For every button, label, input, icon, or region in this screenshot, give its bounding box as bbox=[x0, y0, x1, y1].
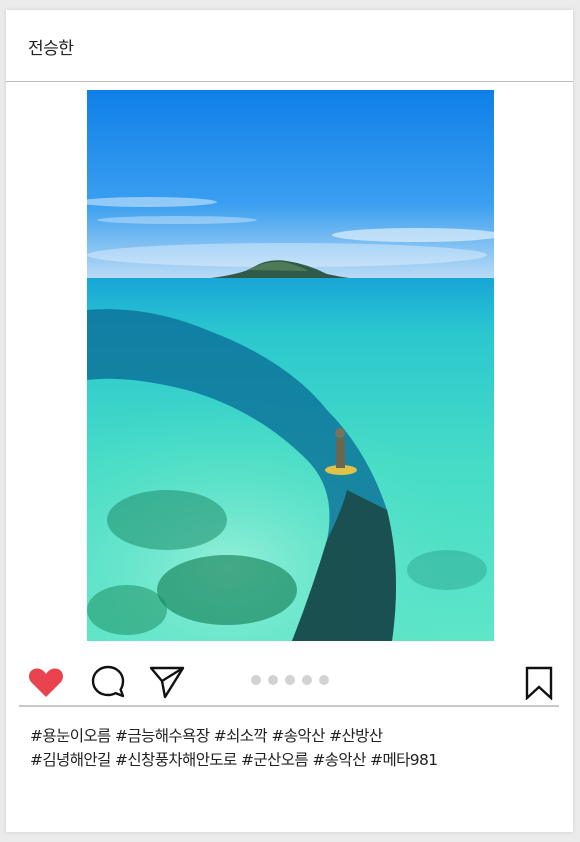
post-caption: #용눈이오름 #금능해수욕장 #쇠소깍 #송악산 #산방산 #김녕해안길 #신창… bbox=[30, 724, 560, 772]
seascape-image bbox=[87, 90, 494, 641]
carousel-dot[interactable] bbox=[319, 675, 329, 685]
username[interactable]: 전승한 bbox=[28, 34, 74, 59]
caption-line[interactable]: #용눈이오름 #금능해수욕장 #쇠소깍 #송악산 #산방산 bbox=[30, 724, 560, 748]
carousel-dot[interactable] bbox=[302, 675, 312, 685]
post-card: 전승한 #용눈이오름 #금능해수욕장 #쇠소깍 #송악산 #산방산 #김녕해안길… bbox=[6, 10, 573, 832]
divider bbox=[19, 705, 559, 707]
post-header: 전승한 bbox=[6, 10, 573, 82]
share-icon[interactable] bbox=[148, 664, 186, 704]
comment-icon[interactable] bbox=[90, 664, 126, 704]
caption-line[interactable]: #김녕해안길 #신창풍차해안도로 #군산오름 #송악산 #메타981 bbox=[30, 748, 560, 772]
action-bar bbox=[6, 650, 573, 705]
heart-icon[interactable] bbox=[28, 666, 64, 702]
carousel-dot[interactable] bbox=[268, 675, 278, 685]
carousel-dot[interactable] bbox=[285, 675, 295, 685]
carousel-indicator bbox=[251, 675, 329, 687]
bookmark-icon[interactable] bbox=[524, 666, 554, 704]
carousel-dot[interactable] bbox=[251, 675, 261, 685]
post-photo[interactable] bbox=[87, 90, 494, 641]
